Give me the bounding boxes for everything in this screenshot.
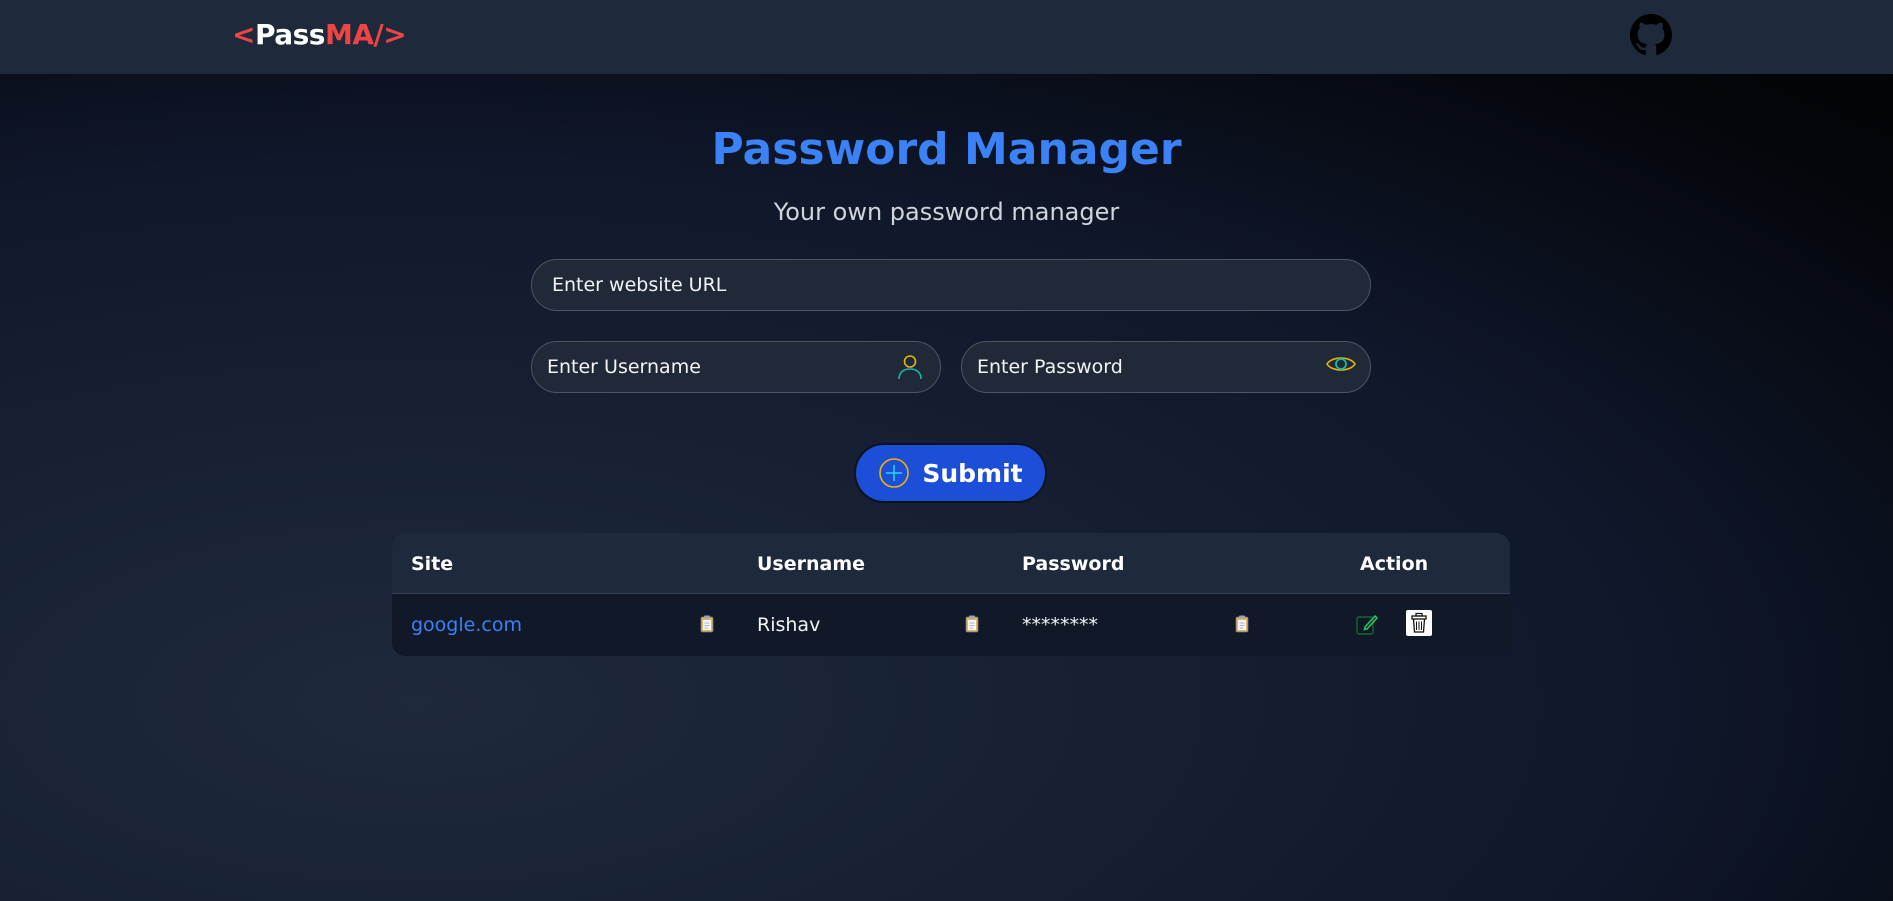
copy-password-icon[interactable] bbox=[1235, 615, 1249, 633]
logo-pass: Pass bbox=[254, 18, 326, 51]
logo[interactable]: <PassMA/> bbox=[232, 18, 407, 51]
website-url-field[interactable] bbox=[531, 259, 1371, 311]
username-field[interactable] bbox=[531, 341, 941, 393]
header-action: Action bbox=[1360, 553, 1429, 575]
website-url-input[interactable] bbox=[552, 260, 1370, 310]
site-link[interactable]: google.com bbox=[411, 614, 522, 636]
submit-label: Submit bbox=[922, 458, 1023, 488]
password-value: ******** bbox=[1022, 614, 1098, 636]
edit-icon[interactable] bbox=[1355, 612, 1379, 636]
table-header: Site Username Password Action bbox=[392, 533, 1510, 594]
eye-icon[interactable] bbox=[1325, 350, 1356, 380]
username-value: Rishav bbox=[757, 614, 821, 636]
page-subtitle: Your own password manager bbox=[773, 198, 1120, 226]
password-input[interactable] bbox=[977, 342, 1315, 392]
navbar: <PassMA/> bbox=[0, 0, 1893, 74]
table-row: google.com Rishav ******** bbox=[392, 594, 1510, 656]
plus-circle-icon bbox=[878, 457, 910, 489]
logo-close-bracket: /> bbox=[373, 18, 407, 51]
user-icon bbox=[895, 352, 925, 382]
github-icon[interactable] bbox=[1630, 14, 1672, 56]
password-field[interactable] bbox=[961, 341, 1371, 393]
passwords-table: Site Username Password Action google.com… bbox=[392, 533, 1510, 656]
trash-icon[interactable] bbox=[1406, 610, 1432, 636]
header-site: Site bbox=[411, 553, 454, 575]
page-title: Password Manager bbox=[711, 124, 1182, 175]
logo-ma: MA bbox=[324, 18, 374, 51]
submit-button[interactable]: Submit bbox=[854, 443, 1047, 503]
logo-open-bracket: < bbox=[232, 18, 255, 51]
copy-site-icon[interactable] bbox=[700, 615, 714, 633]
username-input[interactable] bbox=[547, 342, 885, 392]
header-password: Password bbox=[1022, 553, 1125, 575]
header-username: Username bbox=[757, 553, 866, 575]
copy-username-icon[interactable] bbox=[965, 615, 979, 633]
